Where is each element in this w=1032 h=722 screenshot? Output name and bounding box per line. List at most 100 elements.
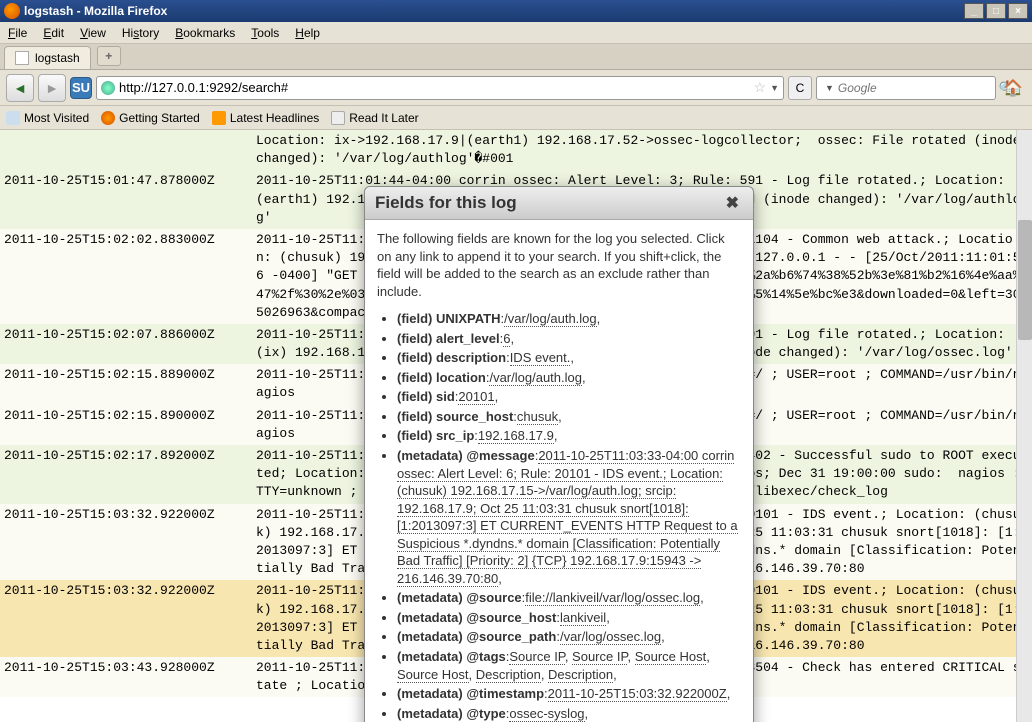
- scrollbar-thumb[interactable]: [1018, 220, 1032, 340]
- field-value-link[interactable]: file://lankiveil/var/log/ossec.log: [525, 590, 700, 606]
- home-button[interactable]: 🏠: [1000, 75, 1026, 101]
- field-value-link[interactable]: chusuk: [517, 409, 558, 425]
- menu-bookmarks[interactable]: Bookmarks: [175, 26, 235, 40]
- field-key: (field) location: [397, 370, 486, 385]
- log-timestamp: 2011-10-25T15:03:43.928000Z: [0, 657, 252, 697]
- reload-button[interactable]: C: [788, 76, 812, 100]
- menu-tools[interactable]: Tools: [251, 26, 279, 40]
- menu-help[interactable]: Help: [295, 26, 320, 40]
- url-bar[interactable]: ☆ ▼: [96, 76, 784, 100]
- window-title: logstash - Mozilla Firefox: [24, 4, 167, 18]
- popup-field-item: (metadata) @type:ossec-syslog,: [397, 705, 741, 722]
- firefox-icon: [101, 111, 115, 125]
- log-timestamp: [0, 130, 252, 170]
- field-value-link[interactable]: 6: [503, 331, 510, 347]
- field-key: (metadata) @message: [397, 448, 535, 463]
- field-key: (metadata) @source: [397, 590, 522, 605]
- popup-close-button[interactable]: ✖: [722, 193, 743, 213]
- popup-description: The following fields are known for the l…: [377, 230, 741, 300]
- folder-icon: [6, 111, 20, 125]
- popup-field-list: (field) UNIXPATH:/var/log/auth.log, (fiel…: [377, 310, 741, 722]
- menu-edit[interactable]: Edit: [43, 26, 64, 40]
- tab-logstash[interactable]: logstash: [4, 46, 91, 69]
- bookmark-getting-started[interactable]: Getting Started: [101, 111, 200, 125]
- search-bar[interactable]: ▼ 🔍: [816, 76, 996, 100]
- field-value-link[interactable]: /var/log/ossec.log: [560, 629, 661, 645]
- popup-title: Fields for this log: [375, 193, 722, 213]
- log-message: Location: ix->192.168.17.9|(earth1) 192.…: [252, 130, 1032, 170]
- close-button[interactable]: ×: [1008, 3, 1028, 19]
- popup-field-item: (metadata) @source:file://lankiveil/var/…: [397, 589, 741, 607]
- popup-field-item: (field) sid:20101,: [397, 388, 741, 406]
- bookmark-star-icon[interactable]: ☆: [754, 79, 767, 96]
- url-input[interactable]: [119, 80, 750, 95]
- popup-field-item: (metadata) @source_host:lankiveil,: [397, 609, 741, 627]
- field-value-link[interactable]: IDS event.: [510, 350, 571, 366]
- field-value-link[interactable]: Source IP: [509, 649, 564, 665]
- menu-history[interactable]: History: [122, 26, 159, 40]
- page-content: Location: ix->192.168.17.9|(earth1) 192.…: [0, 130, 1032, 722]
- field-value-link[interactable]: Description: [548, 667, 613, 683]
- firefox-icon: [4, 3, 20, 19]
- log-timestamp: 2011-10-25T15:02:15.889000Z: [0, 364, 252, 404]
- log-timestamp: 2011-10-25T15:02:17.892000Z: [0, 445, 252, 504]
- search-input[interactable]: [838, 81, 995, 95]
- field-key: (field) src_ip: [397, 428, 474, 443]
- field-value-link[interactable]: 2011-10-25T11:03:33-04:00 corrin ossec: …: [397, 448, 738, 587]
- page-icon: [331, 111, 345, 125]
- new-tab-button[interactable]: +: [97, 46, 121, 66]
- stumbleupon-icon[interactable]: SU: [70, 77, 92, 99]
- menu-file[interactable]: File: [8, 26, 27, 40]
- scrollbar[interactable]: [1016, 130, 1032, 722]
- tab-bar: logstash +: [0, 44, 1032, 70]
- field-value-link[interactable]: ossec-syslog: [509, 706, 584, 722]
- forward-button[interactable]: ►: [38, 74, 66, 102]
- bookmark-read-it-later[interactable]: Read It Later: [331, 111, 418, 125]
- log-timestamp: 2011-10-25T15:02:07.886000Z: [0, 324, 252, 364]
- popup-field-item: (field) source_host:chusuk,: [397, 408, 741, 426]
- nav-toolbar: ◄ ► SU ☆ ▼ C ▼ 🔍 🏠: [0, 70, 1032, 106]
- maximize-button[interactable]: □: [986, 3, 1006, 19]
- popup-field-item: (metadata) @timestamp:2011-10-25T15:03:3…: [397, 685, 741, 703]
- field-key: (metadata) @source_path: [397, 629, 556, 644]
- minimize-button[interactable]: _: [964, 3, 984, 19]
- field-key: (metadata) @timestamp: [397, 686, 544, 701]
- search-engine-dropdown-icon[interactable]: ▼: [825, 83, 834, 93]
- popup-field-item: (metadata) @source_path:/var/log/ossec.l…: [397, 628, 741, 646]
- window-titlebar: logstash - Mozilla Firefox _ □ ×: [0, 0, 1032, 22]
- field-value-link[interactable]: Description: [476, 667, 541, 683]
- globe-icon: [101, 81, 115, 95]
- field-value-link[interactable]: 192.168.17.9: [478, 428, 554, 444]
- popup-field-item: (field) alert_level:6,: [397, 330, 741, 348]
- field-value-link[interactable]: lankiveil: [560, 610, 606, 626]
- field-value-link[interactable]: /var/log/auth.log: [504, 311, 597, 327]
- field-key: (metadata) @source_host: [397, 610, 556, 625]
- back-button[interactable]: ◄: [6, 74, 34, 102]
- page-icon: [15, 51, 29, 65]
- popup-field-item: (field) UNIXPATH:/var/log/auth.log,: [397, 310, 741, 328]
- field-key: (metadata) @type: [397, 706, 506, 721]
- field-value-link[interactable]: Source IP: [572, 649, 627, 665]
- field-value-link[interactable]: 2011-10-25T15:03:32.922000Z: [548, 686, 727, 702]
- field-value-link[interactable]: /var/log/auth.log: [489, 370, 582, 386]
- log-row[interactable]: Location: ix->192.168.17.9|(earth1) 192.…: [0, 130, 1032, 170]
- menu-view[interactable]: View: [80, 26, 106, 40]
- bookmark-latest-headlines[interactable]: Latest Headlines: [212, 111, 319, 125]
- popup-field-item: (field) src_ip:192.168.17.9,: [397, 427, 741, 445]
- tab-title: logstash: [35, 51, 80, 65]
- log-timestamp: 2011-10-25T15:02:15.890000Z: [0, 405, 252, 445]
- field-value-link[interactable]: 20101: [458, 389, 494, 405]
- popup-field-item: (metadata) @message:2011-10-25T11:03:33-…: [397, 447, 741, 587]
- popup-field-item: (field) location:/var/log/auth.log,: [397, 369, 741, 387]
- menu-bar: File Edit View History Bookmarks Tools H…: [0, 22, 1032, 44]
- log-timestamp: 2011-10-25T15:03:32.922000Z: [0, 504, 252, 581]
- bookmark-most-visited[interactable]: Most Visited: [6, 111, 89, 125]
- log-timestamp: 2011-10-25T15:03:32.922000Z: [0, 580, 252, 657]
- url-dropdown-icon[interactable]: ▼: [770, 83, 779, 93]
- popup-field-item: (field) description:IDS event.,: [397, 349, 741, 367]
- field-key: (field) description: [397, 350, 506, 365]
- field-value-link[interactable]: Source Host: [397, 667, 469, 683]
- field-key: (metadata) @tags: [397, 649, 506, 664]
- field-value-link[interactable]: Source Host: [635, 649, 707, 665]
- log-timestamp: 2011-10-25T15:01:47.878000Z: [0, 170, 252, 229]
